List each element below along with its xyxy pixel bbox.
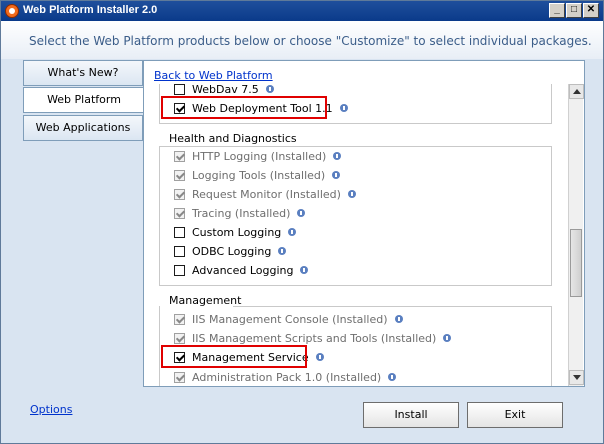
list-item-http-logging[interactable]: HTTP Logging (Installed): [174, 148, 342, 164]
info-icon[interactable]: [443, 334, 452, 342]
info-icon[interactable]: [288, 228, 297, 236]
info-icon[interactable]: [339, 104, 348, 112]
button-label: Install: [394, 408, 428, 421]
item-label: Request Monitor (Installed): [192, 187, 341, 201]
group-title-health: Health and Diagnostics: [169, 132, 297, 145]
list-item-request-monitor[interactable]: Request Monitor (Installed): [174, 186, 356, 202]
list-item-iis-management-console[interactable]: IIS Management Console (Installed): [174, 311, 403, 327]
checkbox: [174, 207, 185, 219]
info-icon[interactable]: [278, 247, 287, 255]
list-item-administration-pack[interactable]: Administration Pack 1.0 (Installed): [174, 369, 397, 385]
info-icon[interactable]: [297, 209, 306, 217]
checkbox: [174, 371, 185, 383]
close-button[interactable]: ✕: [583, 3, 599, 18]
item-label: IIS Management Console (Installed): [192, 312, 388, 326]
tab-web-applications[interactable]: Web Applications: [23, 115, 143, 141]
info-icon[interactable]: [394, 315, 403, 323]
header-band: Select the Web Platform products below o…: [1, 21, 603, 59]
installer-window: Web Platform Installer 2.0 _ □ ✕ Select …: [0, 0, 604, 444]
info-icon[interactable]: [315, 353, 324, 361]
app-icon: [5, 4, 19, 18]
list-item-iis-management-scripts[interactable]: IIS Management Scripts and Tools (Instal…: [174, 330, 452, 346]
checkbox[interactable]: [174, 245, 185, 257]
info-icon[interactable]: [388, 373, 397, 381]
tab-label: What's New?: [47, 66, 119, 79]
list-item-tracing[interactable]: Tracing (Installed): [174, 205, 306, 221]
item-label: Administration Pack 1.0 (Installed): [192, 370, 382, 384]
item-label: Tracing (Installed): [192, 206, 291, 220]
item-label: Advanced Logging: [192, 263, 294, 277]
item-label: Custom Logging: [192, 225, 282, 239]
minimize-button[interactable]: _: [549, 3, 565, 18]
list-item-custom-logging[interactable]: Custom Logging: [174, 224, 297, 240]
scroll-up-arrow-icon[interactable]: [569, 84, 584, 99]
highlight-box: [161, 345, 307, 368]
info-icon[interactable]: [333, 152, 342, 160]
item-label: ODBC Logging: [192, 244, 272, 258]
checkbox: [174, 188, 185, 200]
scroll-thumb[interactable]: [570, 229, 582, 297]
checkbox: [174, 332, 185, 344]
checkbox: [174, 313, 185, 325]
list-item-logging-tools[interactable]: Logging Tools (Installed): [174, 167, 341, 183]
info-icon[interactable]: [265, 85, 274, 93]
list-item-webdav[interactable]: WebDav 7.5: [174, 81, 274, 97]
tab-label: Web Applications: [35, 121, 131, 134]
tab-web-platform[interactable]: Web Platform: [23, 87, 144, 113]
info-icon[interactable]: [332, 171, 341, 179]
item-label: WebDav 7.5: [192, 82, 259, 96]
list-item-odbc-logging[interactable]: ODBC Logging: [174, 243, 287, 259]
info-icon[interactable]: [300, 266, 309, 274]
checkbox[interactable]: [174, 226, 185, 238]
options-link[interactable]: Options: [30, 403, 72, 416]
title-bar[interactable]: Web Platform Installer 2.0 _ □ ✕: [1, 1, 603, 21]
list-item-advanced-logging[interactable]: Advanced Logging: [174, 262, 309, 278]
button-label: Exit: [504, 408, 526, 421]
vertical-scrollbar[interactable]: [568, 84, 584, 386]
checkbox: [174, 169, 185, 181]
checkbox[interactable]: [174, 264, 185, 276]
header-instructions: Select the Web Platform products below o…: [29, 34, 592, 48]
checkbox[interactable]: [174, 83, 185, 95]
window-title: Web Platform Installer 2.0: [23, 4, 158, 16]
maximize-button[interactable]: □: [566, 3, 582, 18]
tab-whats-new[interactable]: What's New?: [23, 60, 143, 86]
scroll-down-arrow-icon[interactable]: [569, 370, 584, 385]
item-label: IIS Management Scripts and Tools (Instal…: [192, 331, 437, 345]
item-label: HTTP Logging (Installed): [192, 149, 327, 163]
exit-button[interactable]: Exit: [467, 402, 563, 428]
install-button[interactable]: Install: [363, 402, 459, 428]
info-icon[interactable]: [347, 190, 356, 198]
highlight-box: [161, 96, 327, 119]
item-label: Logging Tools (Installed): [192, 168, 326, 182]
checkbox: [174, 150, 185, 162]
tab-label: Web Platform: [47, 93, 121, 106]
